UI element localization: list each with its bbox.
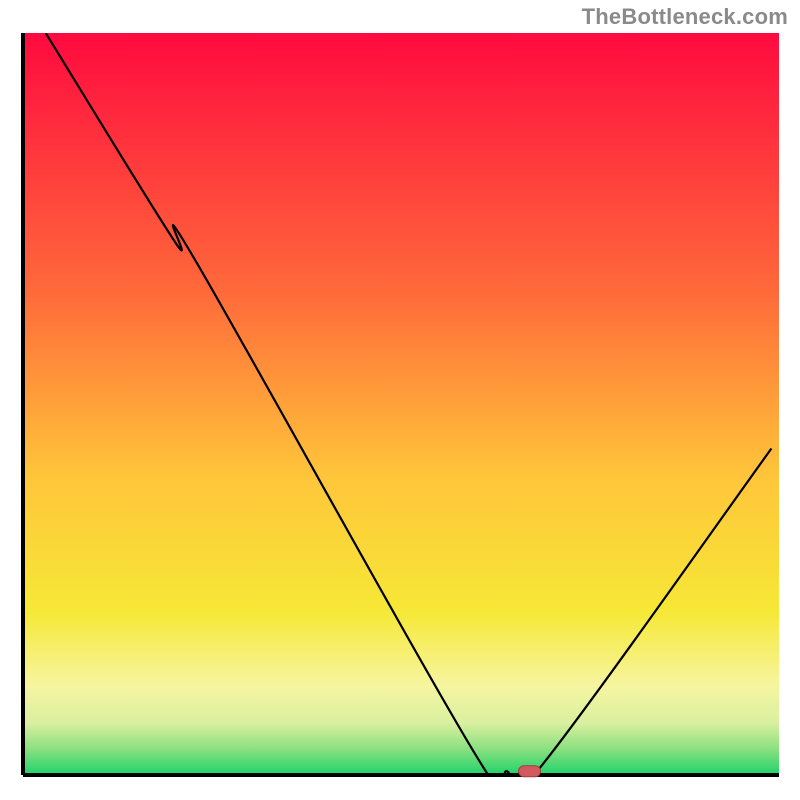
plot-background-gradient [23, 33, 779, 775]
markers [519, 766, 541, 777]
chart-svg [0, 0, 800, 800]
chart-stage: TheBottleneck.com [0, 0, 800, 800]
dip-marker [519, 766, 541, 777]
